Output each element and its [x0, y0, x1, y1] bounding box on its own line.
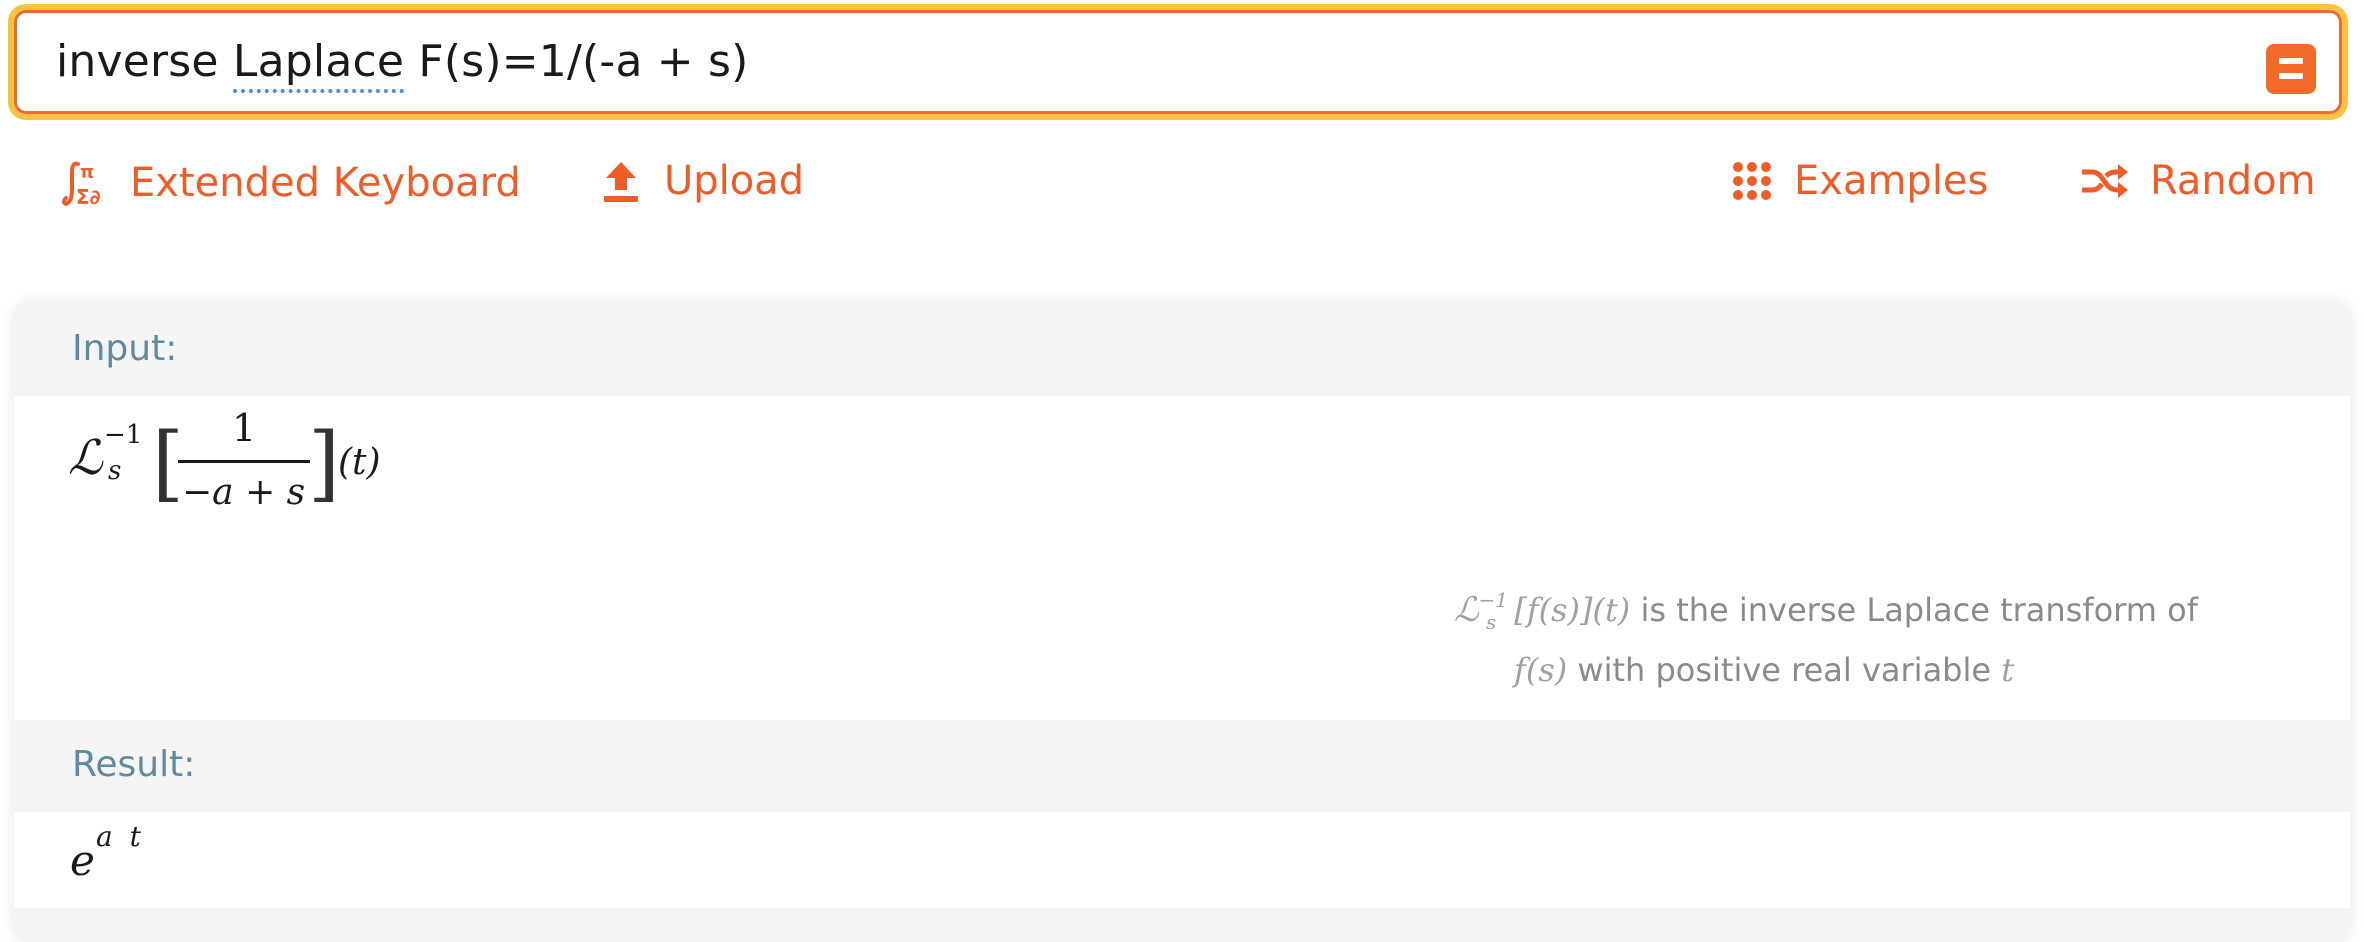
upload-arrow-icon [600, 158, 642, 204]
note-operator-subscript: s [1485, 610, 1497, 634]
input-pod-content: ℒ −1 s [ 1 −a + s ] (t) ℒ−1s [f(s)](t) is… [14, 396, 2350, 720]
note-expression: [f(s)](t) [1514, 591, 1631, 629]
upload-button[interactable]: Upload [600, 158, 804, 204]
note-operator-superscript: −1 [1478, 588, 1508, 612]
equals-icon-bar [2279, 73, 2303, 79]
extended-keyboard-label: Extended Keyboard [130, 160, 521, 206]
result-pod-label: Result: [72, 744, 196, 785]
shuffle-icon [2080, 164, 2128, 198]
random-label: Random [2150, 158, 2316, 204]
notation-note: ℒ−1s [f(s)](t) is the inverse Laplace tra… [1454, 582, 2198, 698]
query-suffix: F(s)=1/(-a + s) [404, 36, 749, 87]
svg-text:Σ∂: Σ∂ [76, 185, 101, 208]
submit-button[interactable] [2266, 44, 2316, 94]
notation-note-line-1: ℒ−1s [f(s)](t) is the inverse Laplace tra… [1454, 582, 2198, 642]
examples-button[interactable]: Examples [1732, 158, 1988, 204]
fraction-numerator: 1 [232, 406, 257, 450]
search-box[interactable]: inverse Laplace F(s)=1/(-a + s) [8, 4, 2348, 120]
equals-icon [2279, 58, 2303, 64]
integral-pi-sigma-icon: π Σ∂ [58, 158, 108, 208]
upload-label: Upload [664, 158, 805, 204]
note-text-2: with positive real variable [1567, 651, 2002, 689]
fraction-denominator: −a + s [182, 472, 306, 513]
left-bracket: [ [152, 416, 184, 511]
note-operator: ℒ [1454, 590, 1479, 630]
result-pod-content: e a t [14, 812, 2350, 908]
right-bracket: ] [308, 416, 340, 511]
examples-label: Examples [1794, 158, 1989, 204]
note-text-1: is the inverse Laplace transform of [1630, 591, 2198, 629]
note-function: f(s) [1514, 651, 1568, 689]
search-input[interactable]: inverse Laplace F(s)=1/(-a + s) [56, 36, 749, 93]
random-button[interactable]: Random [2080, 158, 2316, 204]
result-base: e [70, 836, 95, 885]
input-pod-label: Input: [72, 328, 178, 369]
grid-dots-icon [1732, 161, 1772, 201]
svg-text:π: π [80, 162, 94, 183]
query-misspelled-word: Laplace [232, 36, 405, 93]
note-variable: t [2001, 651, 2015, 689]
query-prefix: inverse [56, 36, 233, 87]
laplace-operator: ℒ [68, 430, 103, 486]
expression-argument: (t) [338, 442, 381, 483]
notation-note-line-2: f(s) with positive real variable t [1454, 642, 2198, 698]
operator-superscript: −1 [104, 420, 143, 450]
result-exponent: a t [96, 820, 145, 853]
operator-subscript: s [108, 456, 122, 486]
fraction-bar [178, 460, 310, 463]
results-panel: Input: ℒ −1 s [ 1 −a + s ] (t) ℒ−1s [f(s)… [14, 302, 2350, 942]
extended-keyboard-button[interactable]: π Σ∂ Extended Keyboard [58, 158, 521, 208]
